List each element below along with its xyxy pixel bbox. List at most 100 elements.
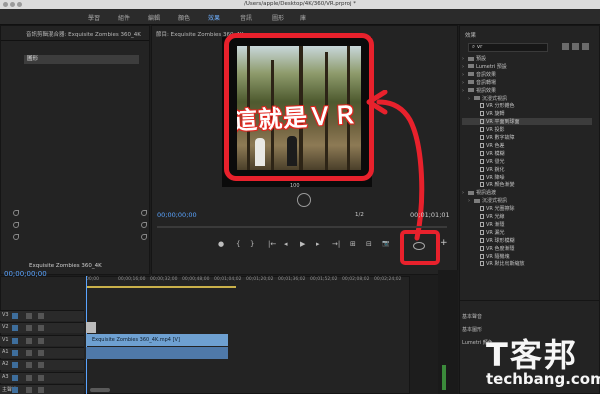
yuv-effects-icon[interactable] <box>582 43 589 50</box>
effects-search-input[interactable]: ⌕ vr <box>468 43 548 52</box>
workspace-tab-assembly[interactable]: 組件 <box>118 13 130 22</box>
lock-icon[interactable] <box>26 374 32 381</box>
effects-folder[interactable]: › Lumetri 預設 <box>462 63 592 70</box>
effect-item[interactable]: VR 旋轉 <box>462 110 592 117</box>
lock-icon[interactable] <box>26 325 32 332</box>
eye-icon[interactable] <box>38 325 44 332</box>
effects-folder[interactable]: › 沉浸式視訊 <box>462 95 592 102</box>
effects-folder[interactable]: › 音訊效果 <box>462 71 592 78</box>
program-scrub-bar[interactable] <box>157 226 447 228</box>
effects-folder[interactable]: › 沉浸式視訊 <box>462 197 592 204</box>
resolution-select[interactable]: 1/2 <box>355 212 364 218</box>
effect-item[interactable]: VR 默比烏斯縮放 <box>462 260 592 267</box>
eye-icon[interactable] <box>38 386 44 393</box>
export-frame-button[interactable]: 📷 <box>382 240 389 247</box>
pen-icon[interactable] <box>13 222 19 228</box>
effect-item[interactable]: VR 漸隱 <box>462 221 592 228</box>
effects-folder[interactable]: › 預設 <box>462 55 592 62</box>
program-current-timecode[interactable]: 00;00;00;00 <box>157 211 197 219</box>
sequence-tab[interactable]: Exquisite Zombies 360_4K <box>29 263 102 269</box>
effect-item[interactable]: VR 光圈擦除 <box>462 205 592 212</box>
step-back-button[interactable]: ◂ <box>284 240 288 248</box>
effect-item[interactable]: VR 降噪 <box>462 174 592 181</box>
32bit-effects-icon[interactable] <box>572 43 579 50</box>
pen-icon[interactable] <box>141 210 147 216</box>
close-window-icon[interactable] <box>3 2 8 7</box>
track-target-icon[interactable] <box>12 313 18 319</box>
track-target-icon[interactable] <box>12 362 18 369</box>
basic-graphics-title[interactable]: 基本圖形 <box>462 326 482 333</box>
effect-item[interactable]: VR 分形雜色 <box>462 102 592 109</box>
effect-item[interactable]: VR 顏色漸變 <box>462 181 592 188</box>
track-header[interactable]: V1 <box>0 334 84 346</box>
track-target-icon[interactable] <box>12 349 18 356</box>
eye-icon[interactable] <box>38 313 44 319</box>
add-button-icon[interactable]: + <box>440 238 448 248</box>
track-target-icon[interactable] <box>12 386 18 393</box>
effect-item[interactable]: VR 發光 <box>462 158 592 165</box>
effects-folder[interactable]: › 視訊過渡 <box>462 189 592 196</box>
pen-icon[interactable] <box>13 234 19 240</box>
effect-item[interactable]: VR 色度漸隱 <box>462 245 592 252</box>
track-header[interactable]: 主聲道 <box>0 383 84 394</box>
effect-item[interactable]: VR 球形模糊 <box>462 237 592 244</box>
effect-item[interactable]: VR 模糊 <box>462 150 592 157</box>
step-forward-button[interactable]: ▸ <box>316 240 320 248</box>
lock-icon[interactable] <box>26 313 32 319</box>
pen-icon[interactable] <box>141 222 147 228</box>
basic-sound-title[interactable]: 基本聲音 <box>462 313 482 320</box>
eye-icon[interactable] <box>38 374 44 381</box>
track-header[interactable]: A3 <box>0 371 84 383</box>
effect-item[interactable]: VR 銳化 <box>462 166 592 173</box>
lock-icon[interactable] <box>26 349 32 356</box>
track-header[interactable]: V3 <box>0 310 84 321</box>
track-target-icon[interactable] <box>12 325 18 332</box>
accelerated-effects-icon[interactable] <box>562 43 569 50</box>
workspace-tab-editing[interactable]: 編輯 <box>148 13 160 22</box>
go-to-out-button[interactable]: →| <box>332 240 340 248</box>
work-area-bar[interactable] <box>86 286 236 288</box>
effect-item[interactable]: VR 漏光 <box>462 229 592 236</box>
audio-clip[interactable] <box>86 347 228 359</box>
pen-icon[interactable] <box>13 210 19 216</box>
effect-item[interactable]: VR 投影 <box>462 126 592 133</box>
workspace-tab-color[interactable]: 顏色 <box>178 13 190 22</box>
zoom-window-icon[interactable] <box>17 2 22 7</box>
effect-item[interactable]: VR 隨機塊 <box>462 253 592 260</box>
go-to-in-button[interactable]: |← <box>268 240 276 248</box>
eye-icon[interactable] <box>38 349 44 356</box>
effect-item[interactable]: VR 色差 <box>462 142 592 149</box>
track-header[interactable]: A2 <box>0 359 84 371</box>
workspace-tab-audio[interactable]: 音訊 <box>240 13 252 22</box>
mark-out-button[interactable]: } <box>250 240 254 248</box>
workspace-tab-libraries[interactable]: 庫 <box>300 13 306 22</box>
lock-icon[interactable] <box>26 362 32 369</box>
rotation-dial-icon[interactable] <box>297 193 311 207</box>
effect-item[interactable]: VR 數字故障 <box>462 134 592 141</box>
effect-item[interactable]: VR 光線 <box>462 213 592 220</box>
lock-icon[interactable] <box>26 337 32 344</box>
pen-icon[interactable] <box>141 234 147 240</box>
eye-icon[interactable] <box>38 362 44 369</box>
sequence-timecode[interactable]: 00;00;00;00 <box>4 270 47 278</box>
selected-clip-label[interactable]: 圖形 <box>24 55 139 64</box>
play-button[interactable]: ▶ <box>300 240 305 248</box>
lift-button[interactable]: ⊞ <box>350 240 356 248</box>
extract-button[interactable]: ⊟ <box>366 240 372 248</box>
track-target-icon[interactable] <box>12 337 18 344</box>
workspace-tab-learn[interactable]: 學習 <box>88 13 100 22</box>
vr-video-toggle-icon[interactable] <box>413 242 425 250</box>
graphic-clip[interactable] <box>86 322 96 333</box>
timeline-scrollbar[interactable] <box>90 388 110 392</box>
track-header[interactable]: A1 <box>0 346 84 358</box>
video-clip[interactable]: Exquisite Zombies 360_4K.mp4 [V] <box>86 334 228 346</box>
effects-folder[interactable]: › 視訊效果 <box>462 87 592 94</box>
workspace-tab-effects[interactable]: 效果 <box>208 13 220 22</box>
workspace-tab-graphics[interactable]: 圖形 <box>272 13 284 22</box>
mark-in-button[interactable]: { <box>236 240 240 248</box>
effect-item[interactable]: VR 平面到球面 <box>462 118 592 126</box>
track-header[interactable]: V2 <box>0 322 84 334</box>
effects-folder[interactable]: › 音訊轉場 <box>462 79 592 86</box>
track-target-icon[interactable] <box>12 374 18 381</box>
lock-icon[interactable] <box>26 386 32 393</box>
